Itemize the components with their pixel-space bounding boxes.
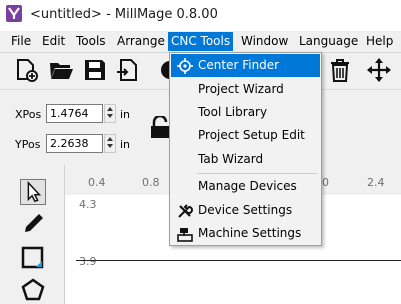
window-title: <untitled> - MillMage 0.8.00 bbox=[30, 7, 218, 22]
ypos-spinner[interactable] bbox=[104, 134, 116, 153]
menu-item-tool-library[interactable]: Tool Library bbox=[171, 101, 320, 124]
menu-item-project-setup-edit[interactable]: Project Setup Edit bbox=[171, 124, 320, 147]
ruler-y-tick: 3.9 bbox=[79, 255, 97, 268]
crosshair-icon bbox=[177, 58, 193, 74]
menu-arrange[interactable]: Arrange bbox=[117, 34, 165, 48]
menu-item-device-settings[interactable]: Device Settings bbox=[171, 199, 320, 222]
canvas-axis-line bbox=[76, 260, 401, 261]
pen-icon[interactable] bbox=[20, 211, 46, 237]
menu-item-label: Center Finder bbox=[198, 58, 280, 72]
menu-file[interactable]: File bbox=[11, 34, 31, 48]
menu-edit[interactable]: Edit bbox=[42, 34, 65, 48]
new-file-icon[interactable] bbox=[13, 57, 39, 83]
xpos-spinner[interactable] bbox=[104, 104, 116, 123]
xpos-field[interactable]: 1.4764 bbox=[46, 104, 103, 123]
menu-item-label: Project Wizard bbox=[198, 82, 284, 96]
menu-item-label: Tool Library bbox=[198, 105, 268, 119]
ruler-y-tick: 4.3 bbox=[79, 198, 97, 211]
menu-language[interactable]: Language bbox=[299, 34, 358, 48]
ruler-x-tick: 0.8 bbox=[142, 176, 160, 189]
wrench-screwdriver-icon bbox=[178, 204, 193, 218]
ruler-x-tick: 2.4 bbox=[367, 176, 385, 189]
menu-separator bbox=[197, 173, 317, 174]
menu-item-label: Machine Settings bbox=[198, 226, 302, 240]
menu-item-tab-wizard[interactable]: Tab Wizard bbox=[171, 148, 320, 171]
menu-item-label: Device Settings bbox=[198, 203, 293, 217]
ypos-unit: in bbox=[120, 138, 131, 151]
rectangle-icon[interactable] bbox=[20, 245, 46, 271]
lock-icon[interactable] bbox=[150, 116, 170, 138]
menu-help[interactable]: Help bbox=[366, 34, 393, 48]
tool-panel bbox=[0, 165, 65, 304]
import-icon[interactable] bbox=[115, 57, 141, 83]
select-arrow-icon[interactable] bbox=[20, 179, 46, 205]
save-icon[interactable] bbox=[82, 57, 108, 83]
xpos-unit: in bbox=[120, 108, 131, 121]
menu-item-label: Tab Wizard bbox=[198, 152, 264, 166]
ypos-label: YPos bbox=[15, 138, 41, 151]
ruler-x-tick: 0.4 bbox=[88, 176, 106, 189]
delete-icon[interactable] bbox=[327, 57, 353, 83]
menu-tools[interactable]: Tools bbox=[76, 34, 106, 48]
menu-item-machine-settings[interactable]: Machine Settings bbox=[171, 222, 320, 245]
menu-item-project-wizard[interactable]: Project Wizard bbox=[171, 78, 320, 101]
menu-cnc-tools[interactable]: CNC Tools bbox=[168, 32, 234, 51]
ypos-field[interactable]: 2.2638 bbox=[46, 134, 103, 153]
machine-icon bbox=[177, 228, 193, 242]
menu-item-center-finder[interactable]: Center Finder bbox=[171, 54, 320, 77]
menu-bar: File Edit Tools Arrange CNC Tools Window… bbox=[0, 31, 401, 53]
menu-window[interactable]: Window bbox=[241, 34, 288, 48]
open-folder-icon[interactable] bbox=[48, 57, 74, 83]
polygon-icon[interactable] bbox=[20, 277, 46, 303]
move-icon[interactable] bbox=[366, 57, 392, 83]
menu-item-label: Manage Devices bbox=[198, 179, 297, 193]
title-bar: <untitled> - MillMage 0.8.00 bbox=[0, 0, 401, 31]
app-logo-icon bbox=[6, 5, 22, 22]
cnc-tools-menu: Center Finder Project Wizard Tool Librar… bbox=[169, 52, 322, 246]
menu-item-manage-devices[interactable]: Manage Devices bbox=[171, 175, 320, 198]
ruler-x-tick: 0 bbox=[322, 176, 329, 189]
menu-item-label: Project Setup Edit bbox=[198, 128, 305, 142]
xpos-label: XPos bbox=[15, 108, 42, 121]
